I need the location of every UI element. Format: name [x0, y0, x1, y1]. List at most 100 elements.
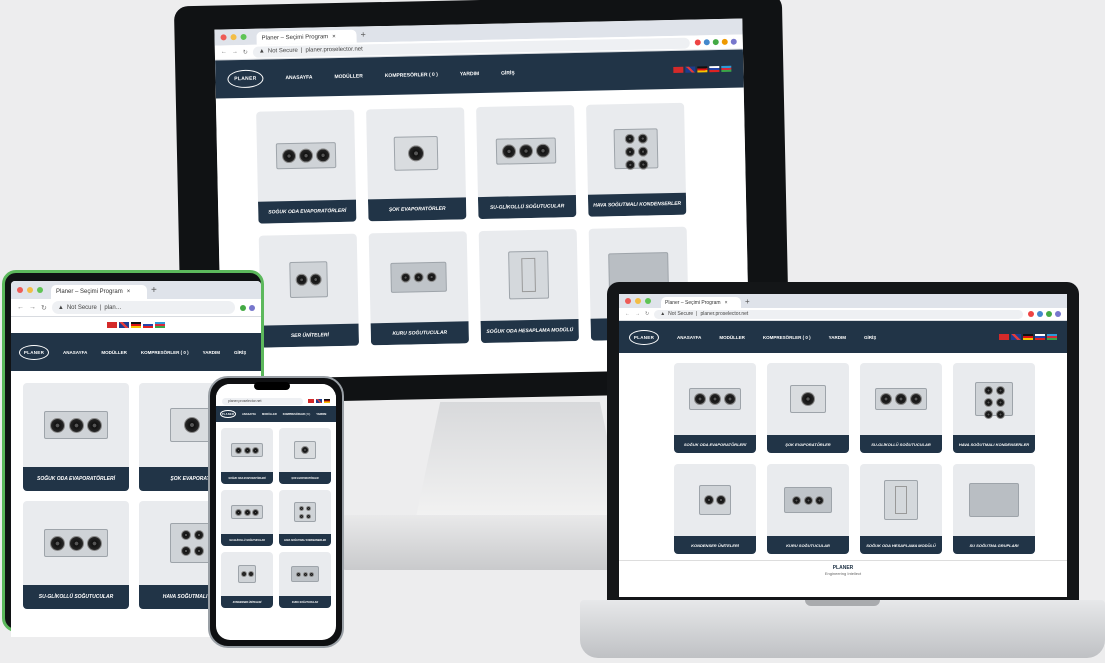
nav-giris[interactable]: GİRİŞ — [864, 335, 876, 340]
flag-tr-icon[interactable] — [107, 322, 117, 328]
address-bar[interactable]: ▲ Not Secure | plan… — [51, 301, 235, 314]
extension-icon[interactable] — [694, 39, 701, 46]
reload-icon[interactable]: ↻ — [645, 311, 649, 317]
card-su-sogutma[interactable]: SU SOĞUTMA GRUPLARI — [953, 464, 1035, 554]
card-hava-kondenser[interactable]: HAVA SOĞUTMALI KONDENSERLER — [279, 490, 331, 546]
flag-de-icon[interactable] — [324, 399, 330, 403]
nav-yardim[interactable]: YARDIM — [203, 350, 220, 355]
close-tab-icon[interactable]: × — [127, 289, 131, 295]
extension-icon[interactable] — [721, 38, 728, 45]
flag-de-icon[interactable] — [131, 322, 141, 328]
minimize-dot-icon[interactable] — [230, 34, 237, 41]
nav-yardim[interactable]: YARDIM — [460, 71, 479, 77]
flag-gb-icon[interactable] — [119, 322, 129, 328]
extension-icon[interactable] — [712, 39, 719, 46]
flag-ru-icon[interactable] — [143, 322, 153, 328]
new-tab-icon[interactable]: + — [151, 285, 157, 296]
address-bar[interactable]: planer.proselector.net — [222, 397, 303, 405]
card-kondenser-unite[interactable]: KONDENSER ÜNİTELERİ — [221, 552, 273, 608]
extension-icon[interactable] — [1046, 311, 1052, 317]
card-soguk-oda-evap[interactable]: SOĞUK ODA EVAPORATÖRLERİ — [674, 363, 756, 453]
nav-anasayfa[interactable]: ANASAYFA — [63, 350, 87, 355]
card-kuru-sogutucu[interactable]: KURU SOĞUTUCULAR — [767, 464, 849, 554]
site-logo[interactable]: PLANER — [19, 344, 49, 360]
maximize-dot-icon[interactable] — [240, 33, 247, 41]
browser-tab[interactable]: Planer – Seçimi Program × — [661, 297, 741, 308]
flag-az-icon[interactable] — [721, 65, 732, 72]
nav-anasayfa[interactable]: ANASAYFA — [285, 75, 312, 82]
card-kuru-sogutucu[interactable]: KURU SOĞUTUCULAR — [279, 552, 331, 608]
card-kuru-sogutucu[interactable]: KURU SOĞUTUCULAR — [368, 231, 470, 346]
extension-icon[interactable] — [1028, 311, 1034, 317]
reload-icon[interactable]: ↻ — [243, 48, 248, 55]
nav-anasayfa[interactable]: ANASAYFA — [242, 413, 256, 416]
minimize-dot-icon[interactable] — [635, 298, 641, 304]
reload-icon[interactable]: ↻ — [41, 304, 47, 312]
flag-gb-icon[interactable] — [685, 66, 696, 73]
flag-de-icon[interactable] — [1023, 334, 1033, 340]
nav-kompresorler[interactable]: KOMPRESÖRLER ( 0 ) — [385, 72, 438, 79]
nav-kompresorler[interactable]: KOMPRESÖRLER ( 0 ) — [763, 335, 811, 340]
back-icon[interactable]: ← — [625, 311, 630, 317]
site-logo[interactable]: PLANER — [629, 329, 659, 345]
card-su-glikollu[interactable]: SU-GLİKOLLÜ SOĞUTUCULAR — [23, 501, 129, 609]
flag-ru-icon[interactable] — [1035, 334, 1045, 340]
nav-moduller[interactable]: MODÜLLER — [101, 350, 127, 355]
nav-anasayfa[interactable]: ANASAYFA — [677, 335, 701, 340]
card-kondenser-unite[interactable]: SER ÜNİTELERİ — [258, 233, 360, 348]
nav-moduller[interactable]: MODÜLLER — [262, 413, 277, 416]
close-dot-icon[interactable] — [17, 287, 23, 293]
flag-gb-icon[interactable] — [1011, 334, 1021, 340]
forward-icon[interactable]: → — [635, 311, 640, 317]
nav-giris[interactable]: GİRİŞ — [501, 70, 515, 76]
card-sok-evap[interactable]: ŞOK EVAPORATÖRLER — [366, 107, 467, 222]
nav-giris[interactable]: GİRİŞ — [234, 350, 246, 355]
close-dot-icon[interactable] — [625, 298, 631, 304]
flag-tr-icon[interactable] — [673, 66, 684, 73]
close-dot-icon[interactable] — [220, 34, 227, 41]
card-soguk-oda-evap[interactable]: SOĞUK ODA EVAPORATÖRLERİ — [256, 109, 357, 224]
card-soguk-oda-hesap[interactable]: SOĞUK ODA HESAPLAMA MODÜLÜ — [860, 464, 942, 554]
new-tab-icon[interactable]: + — [360, 29, 365, 39]
flag-gb-icon[interactable] — [316, 399, 322, 403]
card-soguk-oda-evap[interactable]: SOĞUK ODA EVAPORATÖRLERİ — [23, 383, 129, 491]
card-su-glikollu[interactable]: SU-GLİKOLLÜ SOĞUTUCULAR — [860, 363, 942, 453]
nav-kompresorler[interactable]: KOMPRESÖRLER ( 0 ) — [283, 413, 311, 416]
card-kondenser-unite[interactable]: KONDENSER ÜNİTELERİ — [674, 464, 756, 554]
profile-avatar-icon[interactable] — [249, 304, 255, 311]
card-hava-kondenser[interactable]: HAVA SOĞUTMALI KONDENSERLER — [586, 102, 687, 217]
maximize-dot-icon[interactable] — [645, 298, 651, 304]
nav-yardim[interactable]: YARDIM — [316, 413, 326, 416]
flag-az-icon[interactable] — [155, 322, 165, 328]
profile-avatar-icon[interactable] — [730, 38, 737, 45]
back-icon[interactable]: ← — [17, 304, 24, 311]
new-tab-icon[interactable]: + — [745, 297, 750, 306]
card-sok-evap[interactable]: ŞOK EVAPORATÖRLER — [767, 363, 849, 453]
forward-icon[interactable]: → — [232, 49, 238, 55]
flag-tr-icon[interactable] — [308, 399, 314, 403]
profile-avatar-icon[interactable] — [1055, 311, 1061, 317]
browser-tab[interactable]: Planer – Seçimi Program × — [256, 29, 357, 45]
card-soguk-oda-hesap[interactable]: SOĞUK ODA HESAPLAMA MODÜLÜ — [478, 229, 579, 344]
minimize-dot-icon[interactable] — [27, 287, 33, 293]
forward-icon[interactable]: → — [29, 304, 36, 311]
nav-moduller[interactable]: MODÜLLER — [334, 73, 362, 80]
close-tab-icon[interactable]: × — [725, 300, 728, 306]
site-logo[interactable]: PLANER — [220, 410, 236, 418]
nav-moduller[interactable]: MODÜLLER — [719, 335, 745, 340]
flag-tr-icon[interactable] — [999, 334, 1009, 340]
flag-az-icon[interactable] — [1047, 334, 1057, 340]
extension-icon[interactable] — [240, 304, 246, 311]
maximize-dot-icon[interactable] — [37, 287, 43, 293]
card-su-glikollu[interactable]: SU-GLİKOLLÜ SOĞUTUCULAR — [221, 490, 273, 546]
extension-icon[interactable] — [703, 39, 710, 46]
address-bar[interactable]: ▲ Not Secure | planer.proselector.net — [654, 309, 1023, 319]
flag-ru-icon[interactable] — [709, 66, 720, 73]
nav-yardim[interactable]: YARDIM — [829, 335, 846, 340]
card-soguk-oda-evap[interactable]: SOĞUK ODA EVAPORATÖRLERİ — [221, 428, 273, 484]
flag-de-icon[interactable] — [697, 66, 708, 73]
close-tab-icon[interactable]: × — [332, 34, 336, 40]
card-su-glikollu[interactable]: SU-GLİKOLLÜ SOĞUTUCULAR — [476, 105, 577, 220]
browser-tab[interactable]: Planer – Seçimi Program × — [51, 285, 147, 299]
extension-icon[interactable] — [1037, 311, 1043, 317]
